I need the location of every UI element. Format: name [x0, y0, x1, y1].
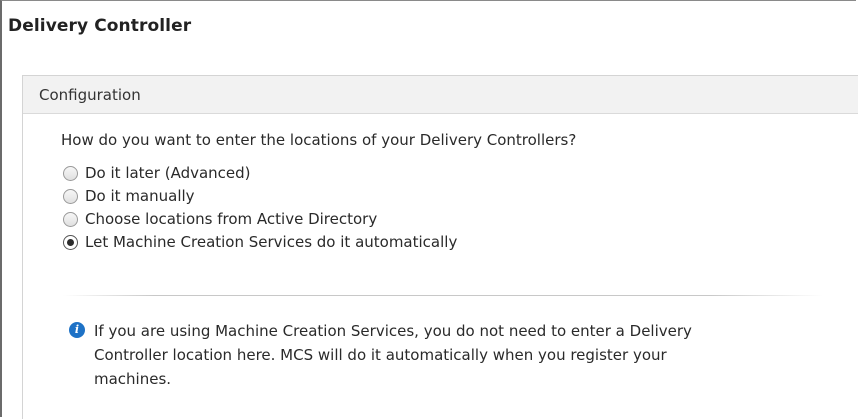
question-label: How do you want to enter the locations o…	[61, 131, 577, 149]
info-text-line: If you are using Machine Creation Servic…	[94, 322, 692, 340]
info-text-line: Controller location here. MCS will do it…	[94, 346, 667, 364]
radio-option-do-it-later[interactable]: Do it later (Advanced)	[63, 162, 251, 184]
section-header: Configuration	[23, 76, 858, 114]
radio-button-active-directory[interactable]	[63, 211, 78, 227]
configuration-section: Configuration How do you want to enter t…	[22, 75, 858, 419]
radio-label-do-it-later[interactable]: Do it later (Advanced)	[85, 164, 251, 182]
radio-label-do-it-manually[interactable]: Do it manually	[85, 187, 195, 205]
section-title: Configuration	[39, 86, 141, 104]
radio-button-do-it-later[interactable]	[63, 165, 78, 181]
radio-option-mcs-automatic[interactable]: Let Machine Creation Services do it auto…	[63, 231, 457, 253]
radio-label-mcs-automatic[interactable]: Let Machine Creation Services do it auto…	[85, 233, 457, 251]
info-text: If you are using Machine Creation Servic…	[94, 319, 784, 391]
info-icon: i	[69, 322, 85, 338]
radio-label-active-directory[interactable]: Choose locations from Active Directory	[85, 210, 377, 228]
wizard-panel: Delivery Controller Configuration How do…	[0, 0, 858, 419]
radio-button-do-it-manually[interactable]	[63, 188, 78, 204]
radio-option-do-it-manually[interactable]: Do it manually	[63, 185, 195, 207]
section-divider	[63, 295, 823, 296]
radio-button-mcs-automatic[interactable]	[63, 234, 78, 250]
info-text-line: machines.	[94, 370, 172, 388]
radio-option-active-directory[interactable]: Choose locations from Active Directory	[63, 208, 377, 230]
page-title: Delivery Controller	[8, 16, 192, 36]
